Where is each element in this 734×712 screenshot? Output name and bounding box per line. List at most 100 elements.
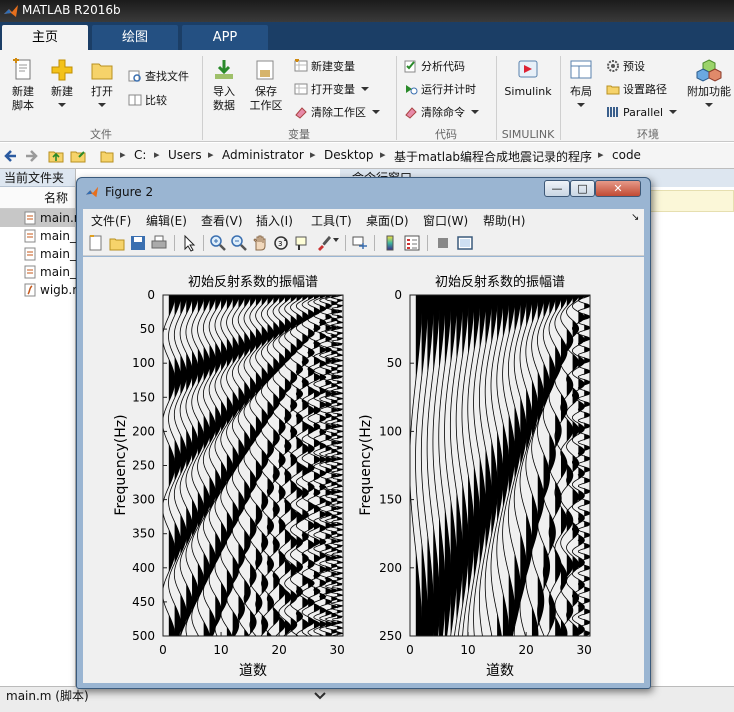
new-button[interactable]: 新建	[44, 58, 80, 113]
open-variable-button[interactable]: 打开变量	[294, 81, 369, 99]
open-variable-label: 打开变量	[311, 83, 355, 96]
pan-icon[interactable]	[251, 234, 269, 252]
dock-arrow-icon[interactable]: ↘	[631, 212, 639, 223]
script-file-icon	[24, 247, 36, 261]
new-variable-icon	[294, 59, 308, 72]
clear-commands-label: 清除命令	[421, 106, 465, 119]
clear-workspace-label: 清除工作区	[311, 106, 366, 119]
rotate-3d-icon[interactable]: 3	[272, 234, 290, 252]
breadcrumb-segment[interactable]: Administrator	[222, 148, 304, 162]
clear-workspace-button[interactable]: 清除工作区	[294, 104, 380, 122]
wiggle-fill	[168, 295, 175, 636]
save-icon[interactable]	[129, 234, 147, 252]
run-and-time-label: 运行并计时	[421, 83, 476, 96]
left-wiggle-traces	[163, 295, 343, 636]
menu-insert[interactable]: 插入(I)	[256, 212, 293, 229]
list-item[interactable]: main_	[0, 245, 76, 263]
y-tick-label: 200	[132, 424, 155, 438]
menu-tools[interactable]: 工具(T)	[311, 212, 352, 229]
import-data-button[interactable]: 导入 数据	[206, 58, 242, 113]
zoom-out-icon[interactable]	[230, 234, 248, 252]
print-icon[interactable]	[150, 234, 168, 252]
minimize-button[interactable]: —	[544, 180, 570, 197]
menu-view[interactable]: 查看(V)	[201, 212, 243, 229]
list-item[interactable]: main_	[0, 227, 76, 245]
simulink-label: Simulink	[504, 85, 552, 98]
show-plot-tools-icon[interactable]	[456, 234, 474, 252]
chevron-down-icon	[577, 103, 585, 107]
command-window[interactable]	[650, 213, 734, 686]
tab-plots[interactable]: 绘图	[92, 25, 178, 50]
list-item[interactable]: wigb.m	[0, 281, 84, 299]
close-button[interactable]: ✕	[595, 180, 641, 197]
layout-label: 布局	[570, 85, 592, 98]
colorbar-icon[interactable]	[381, 234, 399, 252]
link-plot-icon[interactable]	[351, 234, 369, 252]
list-item[interactable]: main.m	[0, 209, 86, 227]
new-script-button[interactable]: 新建 脚本	[4, 58, 42, 113]
left-chart-title: 初始反射系数的振幅谱	[188, 274, 318, 290]
menu-desktop[interactable]: 桌面(D)	[366, 212, 409, 229]
pointer-icon[interactable]	[180, 234, 198, 252]
breadcrumb-separator: ▸	[310, 148, 316, 161]
menu-edit[interactable]: 编辑(E)	[146, 212, 187, 229]
root-folder-icon	[100, 151, 114, 163]
zoom-in-icon[interactable]	[209, 234, 227, 252]
name-column-header[interactable]: 名称	[0, 187, 75, 209]
y-tick-label: 250	[379, 629, 402, 643]
tab-apps[interactable]: APP	[182, 25, 268, 50]
breadcrumb-segment[interactable]: code	[612, 148, 641, 162]
parallel-label: Parallel	[623, 106, 664, 119]
chevron-down-icon[interactable]	[314, 691, 326, 701]
data-cursor-icon[interactable]	[293, 234, 311, 252]
clear-commands-button[interactable]: 清除命令	[404, 104, 479, 122]
preferences-button[interactable]: 预设	[606, 58, 645, 76]
breadcrumb-segment[interactable]: 基于matlab编程合成地震记录的程序	[394, 148, 592, 165]
breadcrumb-segment[interactable]: C:	[134, 148, 146, 162]
brush-icon[interactable]	[314, 234, 332, 252]
maximize-button[interactable]: □	[570, 180, 595, 197]
layout-button[interactable]: 布局	[564, 58, 598, 113]
legend-icon[interactable]	[403, 234, 421, 252]
app-title: MATLAB R2016b	[22, 3, 121, 17]
chevron-down-icon[interactable]	[333, 238, 339, 242]
compare-button[interactable]: 比较	[128, 92, 167, 110]
folder-icon	[91, 63, 113, 80]
up-folder-icon[interactable]	[48, 148, 64, 164]
figure-toolbar: 3	[83, 230, 644, 256]
browse-folder-icon[interactable]	[70, 148, 86, 164]
addons-button[interactable]: 附加功能	[686, 58, 732, 113]
analyze-code-button[interactable]: 分析代码	[404, 58, 465, 76]
simulink-button[interactable]: Simulink	[500, 58, 556, 99]
new-figure-icon[interactable]	[87, 234, 105, 252]
breadcrumb-segment[interactable]: Users	[168, 148, 202, 162]
y-tick-label: 150	[132, 390, 155, 404]
parallel-button[interactable]: Parallel	[606, 104, 678, 122]
menu-window[interactable]: 窗口(W)	[423, 212, 468, 229]
run-and-time-button[interactable]: 运行并计时	[404, 81, 476, 99]
new-label: 新建	[51, 85, 73, 98]
x-tick-label: 20	[518, 643, 533, 657]
new-variable-button[interactable]: 新建变量	[294, 58, 355, 76]
figure-menu-bar: 文件(F) 编辑(E) 查看(V) 插入(I) 工具(T) 桌面(D) 窗口(W…	[83, 209, 644, 230]
tab-home[interactable]: 主页	[2, 25, 88, 51]
import-data-label: 导入 数据	[213, 85, 235, 112]
find-files-icon	[128, 70, 141, 82]
breadcrumb-segment[interactable]: Desktop	[324, 148, 374, 162]
hide-plot-tools-icon[interactable]	[434, 234, 452, 252]
save-workspace-button[interactable]: 保存 工作区	[246, 58, 286, 113]
breadcrumb-separator: ▸	[120, 148, 126, 161]
back-icon[interactable]	[4, 149, 18, 163]
set-path-label: 设置路径	[623, 83, 667, 96]
open-file-icon[interactable]	[108, 234, 126, 252]
save-workspace-label: 保存 工作区	[249, 85, 283, 112]
forward-icon[interactable]	[24, 149, 38, 163]
menu-help[interactable]: 帮助(H)	[483, 212, 525, 229]
find-files-button[interactable]: 查找文件	[128, 68, 189, 86]
list-item[interactable]: main_	[0, 263, 76, 281]
wiggle-fill	[444, 295, 451, 636]
menu-file[interactable]: 文件(F)	[91, 212, 131, 229]
analyze-code-icon	[404, 60, 416, 73]
open-button[interactable]: 打开	[84, 58, 120, 113]
set-path-button[interactable]: 设置路径	[606, 81, 667, 99]
